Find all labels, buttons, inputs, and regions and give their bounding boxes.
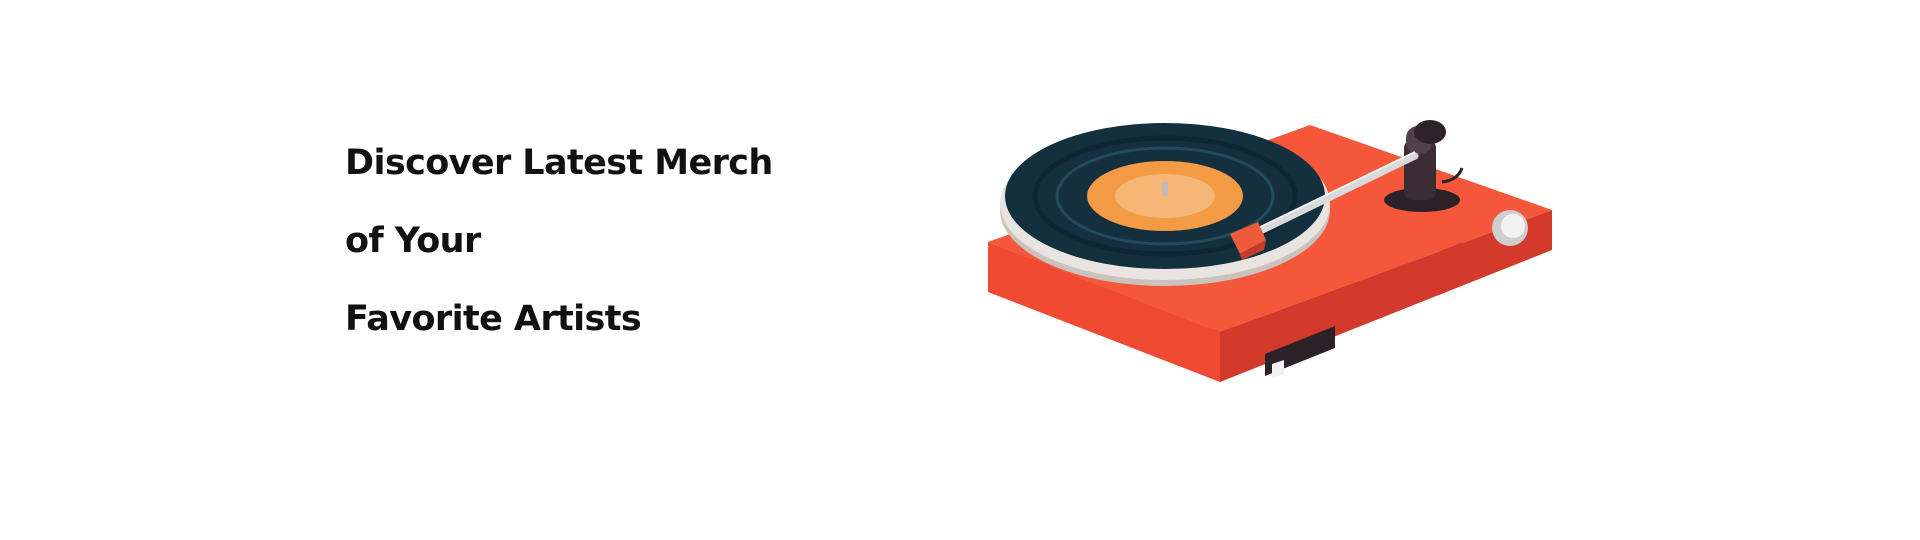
headline-line-1: Discover Latest Merch [345, 143, 773, 183]
hero-headline: Discover Latest Merch of Your Favorite A… [345, 124, 773, 358]
headline-line-3: Favorite Artists [345, 299, 642, 339]
headline-line-2: of Your [345, 221, 481, 261]
hero-section: Discover Latest Merch of Your Favorite A… [0, 0, 1920, 540]
record-player-icon [988, 120, 1552, 382]
